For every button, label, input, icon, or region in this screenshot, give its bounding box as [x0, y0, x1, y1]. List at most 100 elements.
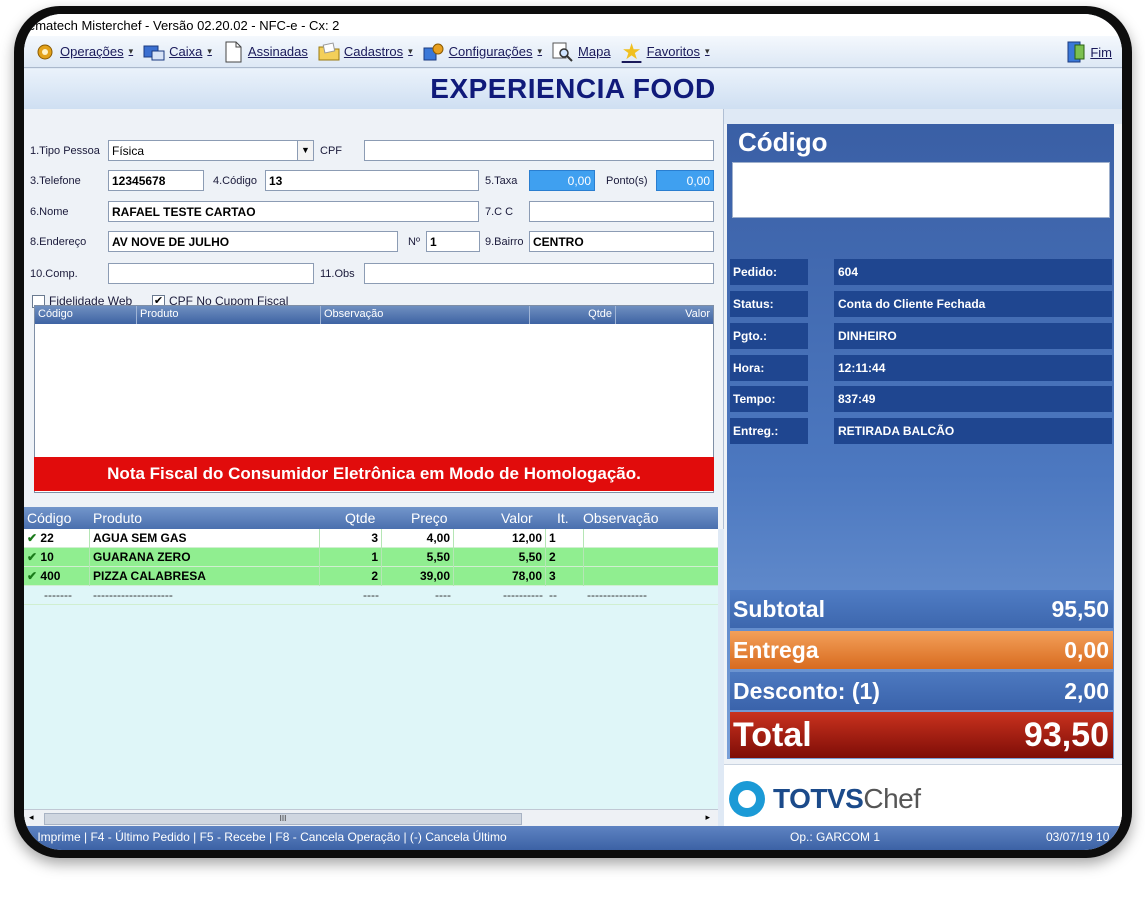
menu-operacoes[interactable]: Operações ▾ [34, 41, 133, 63]
device-frame: ematech Misterchef - Versão 02.20.02 - N… [14, 6, 1132, 858]
menu-bar: Operações ▾ Caixa ▾ Assinadas Cadastros … [24, 36, 1122, 68]
scroll-right-icon[interactable]: ▸ [705, 812, 710, 823]
entrega-value: 0,00 [1064, 637, 1109, 663]
obs-field[interactable] [364, 263, 714, 284]
bairro-field[interactable]: CENTRO [529, 231, 714, 252]
total-row: Total 93,50 [730, 712, 1113, 758]
bairro-label: 9.Bairro [485, 236, 524, 248]
col-observacao[interactable]: Observação [321, 306, 530, 324]
obs-label: 11.Obs [320, 268, 355, 280]
desconto-label: Desconto: (1) [733, 678, 880, 704]
status-bar: - Imprime | F4 - Último Pedido | F5 - Re… [24, 826, 1122, 850]
tipo-pessoa-select[interactable]: Física ▼ [108, 140, 314, 161]
brand-main: TOTVS [773, 782, 864, 814]
tipo-pessoa-label: 1.Tipo Pessoa [30, 145, 100, 157]
total-value: 93,50 [1023, 716, 1109, 754]
item-produto: AGUA SEM GAS [90, 528, 320, 548]
item-codigo-value: 22 [40, 530, 54, 545]
taxa-label: 5.Taxa [485, 175, 518, 187]
menu-cadastros[interactable]: Cadastros ▾ [318, 41, 413, 63]
menu-favoritos[interactable]: ★ Favoritos ▾ [621, 38, 710, 64]
item-row[interactable]: ✔ 22 AGUA SEM GAS 3 4,00 12,00 1 [24, 528, 718, 548]
codigo-title: Código [738, 127, 828, 157]
item-row[interactable]: ✔ 400 PIZZA CALABRESA 2 39,00 78,00 3 [24, 566, 718, 586]
dash-qtde: ---- [363, 587, 379, 602]
window-title: ematech Misterchef - Versão 02.20.02 - N… [24, 14, 1122, 36]
star-icon: ★ [621, 38, 642, 64]
menu-configuracoes-label: Configurações [448, 44, 533, 59]
info-label: Hora: [730, 355, 808, 381]
items-col-produto[interactable]: Produto [90, 510, 342, 526]
items-col-valor[interactable]: Valor [498, 510, 554, 526]
menu-configuracoes[interactable]: Configurações ▾ [423, 41, 542, 63]
brand-sub: Chef [863, 782, 921, 814]
numero-field[interactable]: 1 [426, 231, 480, 252]
cpf-field[interactable] [364, 140, 714, 161]
item-qtde: 3 [320, 528, 382, 548]
items-col-preco[interactable]: Preço [408, 510, 498, 526]
item-valor: 5,50 [454, 547, 546, 567]
scroll-left-icon[interactable]: ◂ [29, 812, 34, 823]
col-codigo[interactable]: Código [35, 306, 137, 324]
item-valor: 12,00 [454, 528, 546, 548]
endereco-field[interactable]: AV NOVE DE JULHO [108, 231, 398, 252]
items-col-observacao[interactable]: Observação [580, 510, 690, 526]
item-row[interactable]: ✔ 10 GUARANA ZERO 1 5,50 5,50 2 [24, 547, 718, 567]
menu-caixa-label: Caixa [169, 44, 203, 59]
info-label: Pedido: [730, 259, 808, 285]
horizontal-scrollbar[interactable]: ◂ III ▸ [24, 809, 718, 827]
info-value: DINHEIRO [834, 323, 1112, 349]
taxa-field[interactable]: 0,00 [529, 170, 595, 191]
cc-field[interactable] [529, 201, 714, 222]
app-window: ematech Misterchef - Versão 02.20.02 - N… [24, 14, 1122, 850]
nome-field[interactable]: RAFAEL TESTE CARTAO [108, 201, 479, 222]
entrega-row: Entrega 0,00 [730, 631, 1113, 669]
items-col-qtde[interactable]: Qtde [342, 510, 408, 526]
gears-icon [34, 41, 56, 63]
col-valor[interactable]: Valor [616, 306, 713, 324]
desconto-row: Desconto: (1) 2,00 [730, 672, 1113, 710]
item-codigo: ✔ 400 [24, 566, 90, 586]
exit-button[interactable]: Fim [1066, 41, 1112, 63]
entrega-label: Entrega [733, 637, 819, 663]
item-preco: 39,00 [382, 566, 454, 586]
codigo-field[interactable]: 13 [265, 170, 479, 191]
item-it: 2 [546, 547, 584, 567]
homologation-notice: Nota Fiscal do Consumidor Eletrônica em … [34, 457, 714, 491]
history-grid-header: Código Produto Observação Qtde Valor [35, 306, 713, 324]
chevron-down-icon[interactable]: ▼ [297, 141, 313, 160]
item-preco: 4,00 [382, 528, 454, 548]
info-label: Status: [730, 291, 808, 317]
item-valor: 78,00 [454, 566, 546, 586]
item-codigo-value: 400 [40, 568, 61, 583]
telefone-label: 3.Telefone [30, 175, 81, 187]
codigo-input[interactable] [732, 162, 1110, 218]
item-it: 3 [546, 566, 584, 586]
info-label: Pgto.: [730, 323, 808, 349]
info-label: Tempo: [730, 386, 808, 412]
scrollbar-thumb[interactable]: III [44, 813, 522, 825]
item-qtde: 2 [320, 566, 382, 586]
item-produto: GUARANA ZERO [90, 547, 320, 567]
menu-assinadas[interactable]: Assinadas [222, 41, 308, 63]
cashier-icon [143, 41, 165, 63]
items-header: Código Produto Qtde Preço Valor It. Obse… [24, 507, 718, 529]
info-value: 12:11:44 [834, 355, 1112, 381]
menu-mapa[interactable]: Mapa [552, 41, 611, 63]
col-qtde[interactable]: Qtde [530, 306, 616, 324]
comp-field[interactable] [108, 263, 314, 284]
item-obs [584, 529, 718, 548]
telefone-field[interactable]: 12345678 [108, 170, 204, 191]
items-col-codigo[interactable]: Código [24, 510, 90, 526]
chevron-down-icon: ▾ [408, 46, 413, 56]
chevron-down-icon: ▾ [537, 46, 543, 56]
items-col-item[interactable]: It. [554, 510, 580, 526]
pontos-field[interactable]: 0,00 [656, 170, 714, 191]
col-produto[interactable]: Produto [137, 306, 321, 324]
menu-caixa[interactable]: Caixa ▾ [143, 41, 212, 63]
info-value: RETIRADA BALCÃO [834, 418, 1112, 444]
document-icon [222, 41, 244, 63]
store-name: EXPERIENCIA FOOD [430, 73, 716, 104]
brand-logo: TOTVSChef [724, 764, 1122, 832]
codigo-box: Código Pedido: 604 Status: Conta do Clie… [727, 124, 1114, 759]
